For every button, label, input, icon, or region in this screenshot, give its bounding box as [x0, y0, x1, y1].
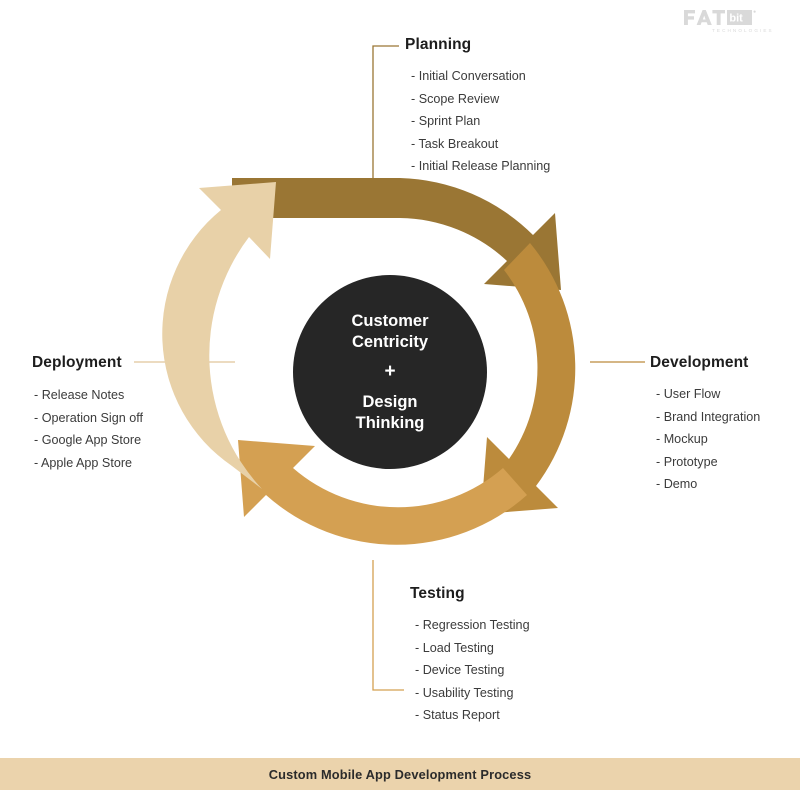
list-item: - Apple App Store — [34, 455, 133, 470]
list-item: - Regression Testing — [415, 618, 530, 632]
footer-bar: Custom Mobile App Development Process — [0, 758, 800, 790]
list-item: - Google App Store — [34, 433, 142, 448]
stage-block-development: Development - User Flow - Brand Integrat… — [650, 354, 760, 496]
footer-caption: Custom Mobile App Development Process — [268, 766, 532, 782]
list-item: - Mockup — [656, 432, 708, 447]
list-item: - Status Report — [415, 708, 500, 723]
list-item: - User Flow — [656, 387, 721, 401]
connector-planning — [372, 45, 399, 183]
center-circle — [293, 275, 487, 469]
list-item: - Initial Conversation — [411, 69, 526, 83]
list-item: - Prototype — [656, 454, 718, 469]
stage-list-deployment: - Release Notes - Operation Sign off - G… — [32, 384, 143, 474]
diagram-canvas: bit TECHNOLOGIES Customer Centricity + D… — [0, 0, 800, 790]
stage-title-deployment: Deployment — [32, 354, 122, 371]
connector-testing — [372, 560, 404, 691]
stage-list-development: - User Flow - Brand Integration - Mockup… — [650, 383, 760, 496]
stage-list-planning: - Initial Conversation - Scope Review - … — [405, 65, 550, 178]
list-item: - Initial Release Planning — [411, 159, 551, 174]
stage-title-development: Development — [650, 354, 749, 371]
list-item: - Scope Review — [411, 91, 500, 106]
list-item: - Brand Integration — [656, 409, 761, 424]
list-item: - Demo — [656, 477, 698, 492]
stage-list-testing: - Regression Testing - Load Testing - De… — [410, 614, 530, 727]
list-item: - Sprint Plan — [411, 114, 481, 129]
stage-block-deployment: Deployment - Release Notes - Operation S… — [32, 354, 143, 474]
stage-title-planning: Planning — [405, 36, 472, 53]
list-item: - Device Testing — [415, 663, 505, 678]
list-item: - Load Testing — [415, 640, 494, 655]
list-item: - Release Notes — [34, 388, 125, 402]
list-item: - Operation Sign off — [34, 410, 143, 425]
stage-block-testing: Testing - Regression Testing - Load Test… — [410, 585, 530, 727]
list-item: - Task Breakout — [411, 136, 499, 151]
list-item: - Usability Testing — [415, 685, 514, 700]
stage-block-planning: Planning - Initial Conversation - Scope … — [405, 36, 550, 178]
stage-title-testing: Testing — [410, 585, 465, 602]
